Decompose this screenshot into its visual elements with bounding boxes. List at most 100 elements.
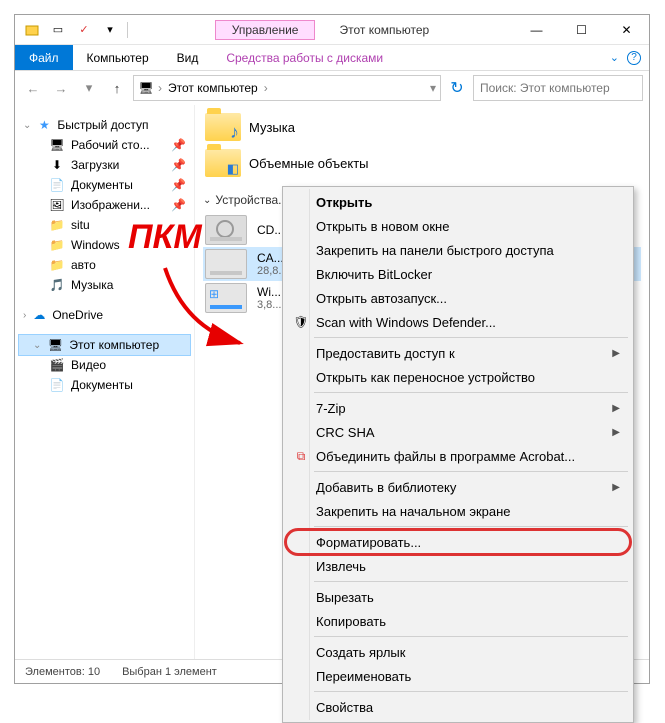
ctx-crc-sha[interactable]: CRC SHA▶ [286,420,630,444]
folder-icon: 📁 [49,217,65,233]
up-button[interactable]: ↑ [105,76,129,100]
qat-new-icon[interactable]: ✓ [73,19,95,41]
quick-access-toolbar: ▭ ✓ ▾ [15,19,130,41]
folder-3d-objects[interactable]: ◧ Объемные объекты [203,145,641,181]
annotation-pkm-label: ПКМ [128,218,202,257]
sidebar-onedrive[interactable]: › ☁ OneDrive [15,305,194,325]
navigation-pane: ⌄ ★ Быстрый доступ 🖥Рабочий сто...📌 ⬇Заг… [15,105,195,659]
qat-dropdown-icon[interactable]: ▾ [99,19,121,41]
submenu-arrow-icon: ▶ [612,482,620,493]
ctx-give-access[interactable]: Предоставить доступ к▶ [286,341,630,365]
ctx-separator [314,526,628,527]
close-button[interactable]: ✕ [604,15,649,45]
ctx-7zip[interactable]: 7-Zip▶ [286,396,630,420]
folder-icon: 📁 [49,237,65,253]
sidebar-quick-access[interactable]: ⌄ ★ Быстрый доступ [15,115,194,135]
ctx-format[interactable]: Форматировать... [286,530,630,554]
ribbon-tabs: Файл Компьютер Вид Средства работы с дис… [15,45,649,71]
submenu-arrow-icon: ▶ [612,348,620,359]
shield-icon: 🛡 [292,313,310,331]
forward-button[interactable]: → [49,76,73,100]
window-title: Этот компьютер [339,23,429,37]
documents-icon: 📄 [49,177,65,193]
ctx-separator [314,691,628,692]
tab-computer[interactable]: Компьютер [73,45,163,70]
maximize-button[interactable]: ☐ [559,15,604,45]
ctx-separator [314,337,628,338]
breadcrumb-root[interactable]: Этот компьютер [166,81,260,95]
breadcrumb-sep2[interactable]: › [264,81,268,95]
pc-icon: 🖥 [47,337,63,353]
sidebar-item-avto[interactable]: 📁авто [15,255,194,275]
ctx-open-portable[interactable]: Открыть как переносное устройство [286,365,630,389]
ctx-open[interactable]: Открыть [286,190,630,214]
music-icon: 🎵 [49,277,65,293]
ctx-open-new-window[interactable]: Открыть в новом окне [286,214,630,238]
sidebar-item-desktop[interactable]: 🖥Рабочий сто...📌 [15,135,194,155]
windows-drive-icon: ⊞ [205,283,247,313]
status-selection: Выбран 1 элемент [122,666,217,678]
titlebar: ▭ ✓ ▾ Управление Этот компьютер ― ☐ ✕ [15,15,649,45]
ctx-separator [314,581,628,582]
help-icon[interactable]: ? [627,51,641,65]
tab-drive-tools[interactable]: Средства работы с дисками [212,45,397,70]
recent-dropdown-icon[interactable]: ▾ [77,76,101,100]
quick-access-label: Быстрый доступ [57,118,148,132]
refresh-button[interactable]: ↻ [445,78,469,98]
ctx-copy[interactable]: Копировать [286,609,630,633]
ribbon-expand-icon[interactable]: ⌄ [610,51,619,64]
tab-file[interactable]: Файл [15,45,73,70]
ctx-autoplay[interactable]: Открыть автозапуск... [286,286,630,310]
context-menu: Открыть Открыть в новом окне Закрепить н… [282,186,634,723]
pc-icon: 🖥 [138,80,154,96]
ctx-cut[interactable]: Вырезать [286,585,630,609]
sidebar-item-music[interactable]: 🎵Музыка [15,275,194,295]
ctx-create-shortcut[interactable]: Создать ярлык [286,640,630,664]
sidebar-item-downloads[interactable]: ⬇Загрузки📌 [15,155,194,175]
3d-folder-icon: ◧ [205,149,241,177]
folder-icon: 📁 [49,257,65,273]
tab-view[interactable]: Вид [163,45,213,70]
sidebar-item-pictures[interactable]: 🖼Изображени...📌 [15,195,194,215]
sidebar-this-pc[interactable]: ⌄ 🖥 Этот компьютер [18,334,191,356]
ctx-separator [314,392,628,393]
ctx-acrobat[interactable]: ⧉Объединить файлы в программе Acrobat... [286,444,630,468]
ctx-eject[interactable]: Извлечь [286,554,630,578]
ctx-properties[interactable]: Свойства [286,695,630,719]
navigation-row: ← → ▾ ↑ 🖥 › Этот компьютер › ▾ ↻ Поиск: … [15,71,649,105]
app-icon[interactable] [21,19,43,41]
pictures-icon: 🖼 [49,197,65,213]
ctx-pin-quick-access[interactable]: Закрепить на панели быстрого доступа [286,238,630,262]
sidebar-item-documents[interactable]: 📄Документы📌 [15,175,194,195]
ctx-rename[interactable]: Переименовать [286,664,630,688]
address-dropdown-icon[interactable]: ▾ [430,81,436,95]
search-placeholder: Поиск: Этот компьютер [480,81,610,95]
sidebar-item-documents2[interactable]: 📄Документы [15,375,194,395]
minimize-button[interactable]: ― [514,15,559,45]
folder-music[interactable]: ♪ Музыка [203,109,641,145]
qat-properties-icon[interactable]: ▭ [47,19,69,41]
documents-icon: 📄 [49,377,65,393]
chevron-down-icon: ⌄ [203,195,211,206]
status-item-count: Элементов: 10 [25,666,100,678]
ctx-separator [314,636,628,637]
back-button[interactable]: ← [21,76,45,100]
ctx-defender[interactable]: 🛡Scan with Windows Defender... [286,310,630,334]
desktop-icon: 🖥 [49,137,65,153]
videos-icon: 🎬 [49,357,65,373]
sidebar-item-videos[interactable]: 🎬Видео [15,355,194,375]
ctx-bitlocker[interactable]: Включить BitLocker [286,262,630,286]
drive-icon [205,249,247,279]
address-bar[interactable]: 🖥 › Этот компьютер › ▾ [133,75,441,101]
chevron-down-icon: ⌄ [33,340,41,351]
search-box[interactable]: Поиск: Этот компьютер [473,75,643,101]
onedrive-icon: ☁ [31,307,47,323]
downloads-icon: ⬇ [49,157,65,173]
acrobat-icon: ⧉ [292,447,310,465]
ctx-add-library[interactable]: Добавить в библиотеку▶ [286,475,630,499]
ctx-pin-start[interactable]: Закрепить на начальном экране [286,499,630,523]
submenu-arrow-icon: ▶ [612,403,620,414]
ctx-separator [314,471,628,472]
submenu-arrow-icon: ▶ [612,427,620,438]
tab-management[interactable]: Управление [215,20,316,40]
